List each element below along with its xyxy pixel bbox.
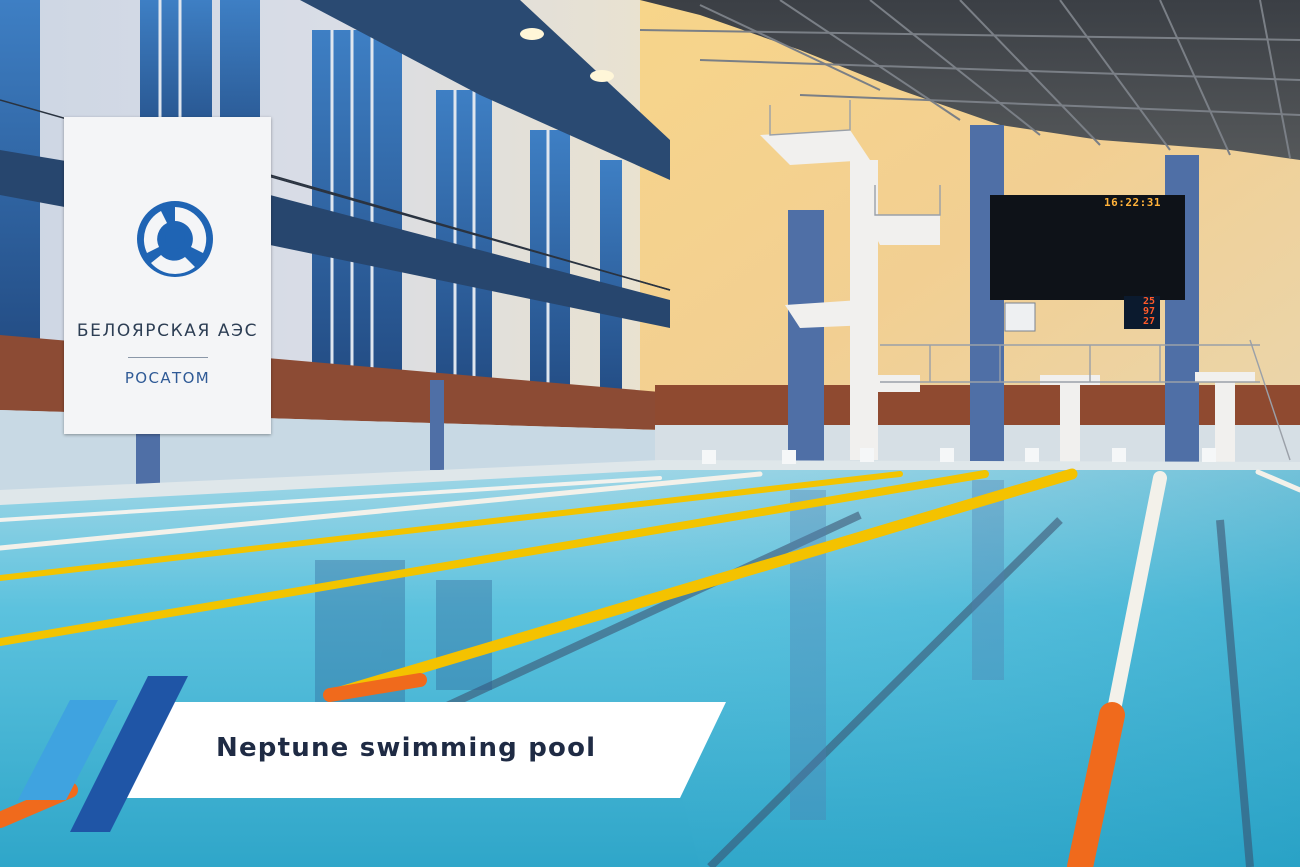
pillar-reflection — [972, 480, 1004, 680]
scoreboard-screen — [990, 195, 1185, 300]
lane-number: 27 — [1143, 316, 1156, 327]
tower-reflection — [790, 490, 826, 820]
wall-clock — [1004, 302, 1036, 332]
water-depth-shade — [600, 470, 1300, 867]
banner-organization: РОСАТОМ — [124, 369, 211, 387]
banner-plant-name: БЕЛОЯРСКАЯ АЭС — [76, 321, 259, 341]
caption-title: Neptune swimming pool — [216, 733, 597, 763]
banner-divider — [128, 357, 208, 358]
rosatom-banner: БЕЛОЯРСКАЯ АЭС РОСАТОМ — [64, 117, 271, 434]
rosatom-logo-icon — [137, 201, 213, 277]
caption-stripe-blue — [70, 676, 188, 832]
scoreboard-clock: 16:22:31 — [1104, 196, 1161, 209]
lane-number-board: 25 97 27 — [1124, 296, 1160, 329]
